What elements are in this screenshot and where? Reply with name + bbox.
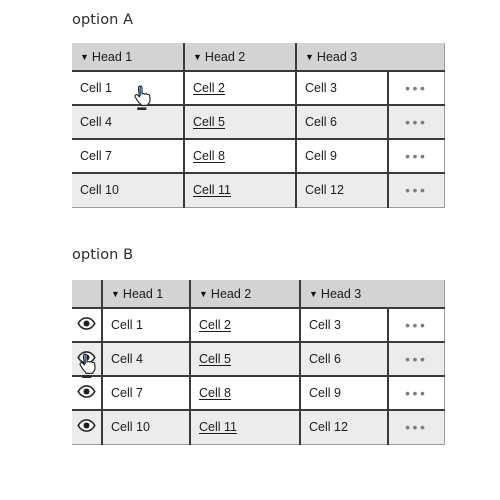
cell-link-label[interactable]: Cell 2 <box>193 81 225 95</box>
column-header-head-3[interactable]: ▼ Head 3 <box>296 43 445 72</box>
cell-text: Cell 1 <box>102 308 191 343</box>
column-header-head-1[interactable]: ▼ Head 1 <box>72 43 185 72</box>
row-overflow-menu-button[interactable]: ••• <box>388 308 445 343</box>
table-option-a: ▼ Head 1 ▼ Head 2 ▼ Head 3 Cell 1 Cell 2 Ce… <box>72 43 445 208</box>
column-header-label: Head 2 <box>210 286 252 301</box>
row-overflow-menu-button[interactable]: ••• <box>388 105 445 140</box>
table-option-b: ▼Head 1 ▼Head 2 ▼Head 3 Cell 1 Cell 2 <box>72 280 445 445</box>
row-visibility-toggle-button[interactable] <box>72 376 103 411</box>
cell-link-label[interactable]: Cell 11 <box>199 420 237 434</box>
column-header-label: Head 2 <box>204 49 246 64</box>
cell-text: Cell 12 <box>296 173 389 208</box>
cell-text: Cell 3 <box>296 71 389 106</box>
cell-text: Cell 7 <box>72 139 185 174</box>
cell-text: Cell 6 <box>300 342 389 377</box>
section-label-option-a: option A <box>72 12 134 28</box>
cell-link[interactable]: Cell 8 <box>190 376 301 411</box>
section-option-a-label-wrap: option A <box>72 12 133 28</box>
column-header-label: Head 1 <box>91 49 133 64</box>
cell-text: Cell 9 <box>300 376 389 411</box>
column-header-visibility <box>72 280 103 309</box>
cell-text: Cell 10 <box>102 410 191 445</box>
cell-link[interactable]: Cell 5 <box>184 105 297 140</box>
cell-link[interactable]: Cell 8 <box>184 139 297 174</box>
row-visibility-toggle-button[interactable] <box>72 410 103 445</box>
table-option-a-header: ▼ Head 1 ▼ Head 2 ▼ Head 3 <box>72 43 445 72</box>
row-overflow-menu-button[interactable]: ••• <box>388 71 445 106</box>
column-header-head-2[interactable]: ▼ Head 2 <box>190 280 301 309</box>
row-visibility-toggle-button[interactable] <box>72 342 103 377</box>
cell-text: Cell 7 <box>102 376 191 411</box>
eye-icon[interactable] <box>77 351 96 367</box>
sort-descending-icon[interactable]: ▼ <box>309 289 318 299</box>
section-label-option-b: option B <box>72 247 134 263</box>
column-header-head-1[interactable]: ▼ Head 1 <box>102 280 191 309</box>
row-overflow-menu-button[interactable]: ••• <box>388 342 445 377</box>
row-overflow-menu-button[interactable]: ••• <box>388 376 445 411</box>
cell-link-label[interactable]: Cell 2 <box>199 318 231 332</box>
cell-link-label[interactable]: Cell 8 <box>199 386 231 400</box>
table-row: Cell 1 Cell 2 Cell 3 ••• <box>72 308 445 343</box>
cell-link[interactable]: Cell 11 <box>190 410 301 445</box>
table-row: Cell 7 Cell 8 Cell 9 ••• <box>72 139 445 174</box>
column-header-label: Head 1 <box>122 286 164 301</box>
eye-icon[interactable] <box>77 385 96 401</box>
column-header-head-3[interactable]: ▼ Head 3 <box>300 280 445 309</box>
cell-text: Cell 4 <box>72 105 185 140</box>
column-header-label: Head 3 <box>320 286 362 301</box>
cell-link[interactable]: Cell 2 <box>190 308 301 343</box>
cell-text: Cell 3 <box>300 308 389 343</box>
sort-descending-icon[interactable]: ▼ <box>80 52 89 62</box>
header-row: ▼ Head 1 ▼ Head 2 ▼ Head 3 <box>72 280 445 309</box>
cell-text: Cell 12 <box>300 410 389 445</box>
section-option-b-label-wrap: option B <box>72 247 133 263</box>
sort-descending-icon[interactable]: ▼ <box>199 289 208 299</box>
table-row: Cell 4 Cell 5 Cell 6 ••• <box>72 105 445 140</box>
column-header-head-2[interactable]: ▼ Head 2 <box>184 43 297 72</box>
sort-descending-icon[interactable]: ▼ <box>305 52 314 62</box>
header-row: ▼ Head 1 ▼ Head 2 ▼ Head 3 <box>72 43 445 72</box>
cell-text: Cell 9 <box>296 139 389 174</box>
table-option-b-body: Cell 1 Cell 2 Cell 3 ••• Cell 4 Cell 5 C… <box>72 308 445 445</box>
row-visibility-toggle-button[interactable] <box>72 308 103 343</box>
row-overflow-menu-button[interactable]: ••• <box>388 173 445 208</box>
table-option-a-body: Cell 1 Cell 2 Cell 3 ••• Cell 4 Cell 5 C… <box>72 71 445 208</box>
cell-text: Cell 6 <box>296 105 389 140</box>
cell-link[interactable]: Cell 5 <box>190 342 301 377</box>
table-row: Cell 4 Cell 5 Cell 6 ••• <box>72 342 445 377</box>
cell-link-label[interactable]: Cell 8 <box>193 149 225 163</box>
table-row: Cell 7 Cell 8 Cell 9 ••• <box>72 376 445 411</box>
cell-text: Cell 10 <box>72 173 185 208</box>
cell-link-label[interactable]: Cell 5 <box>193 115 225 129</box>
cell-link[interactable]: Cell 11 <box>184 173 297 208</box>
cell-link-label[interactable]: Cell 11 <box>193 183 231 197</box>
row-overflow-menu-button[interactable]: ••• <box>388 410 445 445</box>
table-row: Cell 10 Cell 11 Cell 12 ••• <box>72 173 445 208</box>
sort-descending-icon[interactable]: ▼ <box>111 289 120 299</box>
eye-icon[interactable] <box>77 419 96 435</box>
cell-text: Cell 4 <box>102 342 191 377</box>
sort-descending-icon[interactable]: ▼ <box>193 52 202 62</box>
table-row: Cell 10 Cell 11 Cell 12 ••• <box>72 410 445 445</box>
row-overflow-menu-button[interactable]: ••• <box>388 139 445 174</box>
eye-icon[interactable] <box>77 317 96 333</box>
column-header-label: Head 3 <box>316 49 358 64</box>
cell-text: Cell 1 <box>72 71 185 106</box>
cell-link-label[interactable]: Cell 5 <box>199 352 231 366</box>
cell-link[interactable]: Cell 2 <box>184 71 297 106</box>
table-option-b-header: ▼ Head 1 ▼ Head 2 ▼ Head 3 <box>72 280 445 309</box>
table-row: Cell 1 Cell 2 Cell 3 ••• <box>72 71 445 106</box>
